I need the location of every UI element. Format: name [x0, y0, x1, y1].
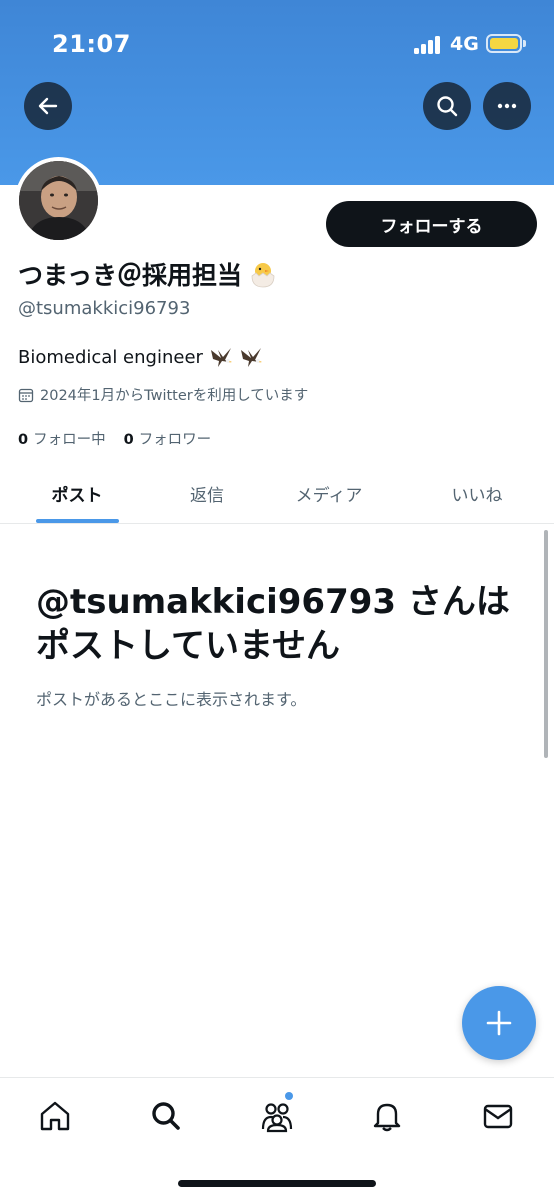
search-button[interactable]	[423, 82, 471, 130]
profile-tabs: ポスト 返信 メディア いいね	[0, 462, 554, 524]
status-bar: 21:07 4G	[0, 0, 554, 80]
nav-home[interactable]	[35, 1096, 75, 1136]
tab-media[interactable]: メディア	[268, 462, 390, 524]
more-button[interactable]	[483, 82, 531, 130]
bell-icon	[373, 1103, 401, 1132]
follow-button[interactable]: フォローする	[326, 201, 537, 247]
status-time: 21:07	[52, 30, 131, 58]
bio-text: Biomedical engineer	[18, 346, 203, 368]
followers-link[interactable]: 0 フォロワー	[124, 428, 212, 449]
display-name-text: つまっき＠採用担当	[18, 261, 243, 290]
arrow-left-icon	[38, 97, 58, 115]
back-button[interactable]	[24, 82, 72, 130]
search-icon	[152, 1102, 180, 1130]
calendar-icon	[18, 388, 34, 402]
joined-text: 2024年1月からTwitterを利用しています	[40, 388, 309, 404]
profile-bio: Biomedical engineer	[18, 346, 263, 368]
following-label: フォロー中	[33, 432, 106, 448]
following-count: 0	[18, 432, 29, 448]
nav-search[interactable]	[146, 1096, 186, 1136]
nav-notifications[interactable]	[367, 1096, 407, 1136]
search-icon	[437, 96, 458, 117]
avatar[interactable]	[19, 161, 98, 240]
followers-count: 0	[123, 432, 134, 448]
plus-icon	[486, 1010, 512, 1036]
profile-handle: @tsumakkici96793	[18, 298, 191, 319]
home-icon	[40, 1101, 70, 1131]
tab-posts[interactable]: ポスト	[16, 462, 138, 524]
compose-post-button[interactable]	[462, 986, 536, 1060]
followers-label: フォロワー	[138, 432, 212, 448]
nav-communities[interactable]	[257, 1096, 297, 1136]
active-tab-indicator	[36, 519, 119, 523]
nav-messages[interactable]	[478, 1096, 518, 1136]
more-horizontal-icon	[497, 103, 517, 109]
tab-replies[interactable]: 返信	[146, 462, 268, 524]
joined-date: 2024年1月からTwitterを利用しています	[18, 384, 308, 405]
tab-likes[interactable]: いいね	[416, 462, 538, 524]
empty-state-subtitle: ポストがあるとここに表示されます。	[36, 690, 307, 709]
empty-state-title: @tsumakkici96793 さんはポストしていません	[36, 582, 510, 666]
home-indicator[interactable]	[178, 1180, 376, 1187]
communities-icon	[261, 1103, 293, 1133]
follow-stats: 0 フォロー中 0 フォロワー	[18, 428, 211, 449]
display-name: つまっき＠採用担当	[18, 256, 278, 292]
eagle-icon	[240, 348, 262, 367]
scrollbar[interactable]	[544, 530, 548, 758]
battery-icon	[486, 34, 522, 53]
hatching-chick-icon	[251, 263, 275, 288]
eagle-icon	[210, 348, 232, 367]
following-link[interactable]: 0 フォロー中	[18, 428, 106, 449]
mail-icon	[483, 1104, 513, 1129]
notification-dot	[285, 1092, 293, 1100]
network-type: 4G	[450, 33, 479, 55]
signal-icon	[414, 36, 442, 54]
